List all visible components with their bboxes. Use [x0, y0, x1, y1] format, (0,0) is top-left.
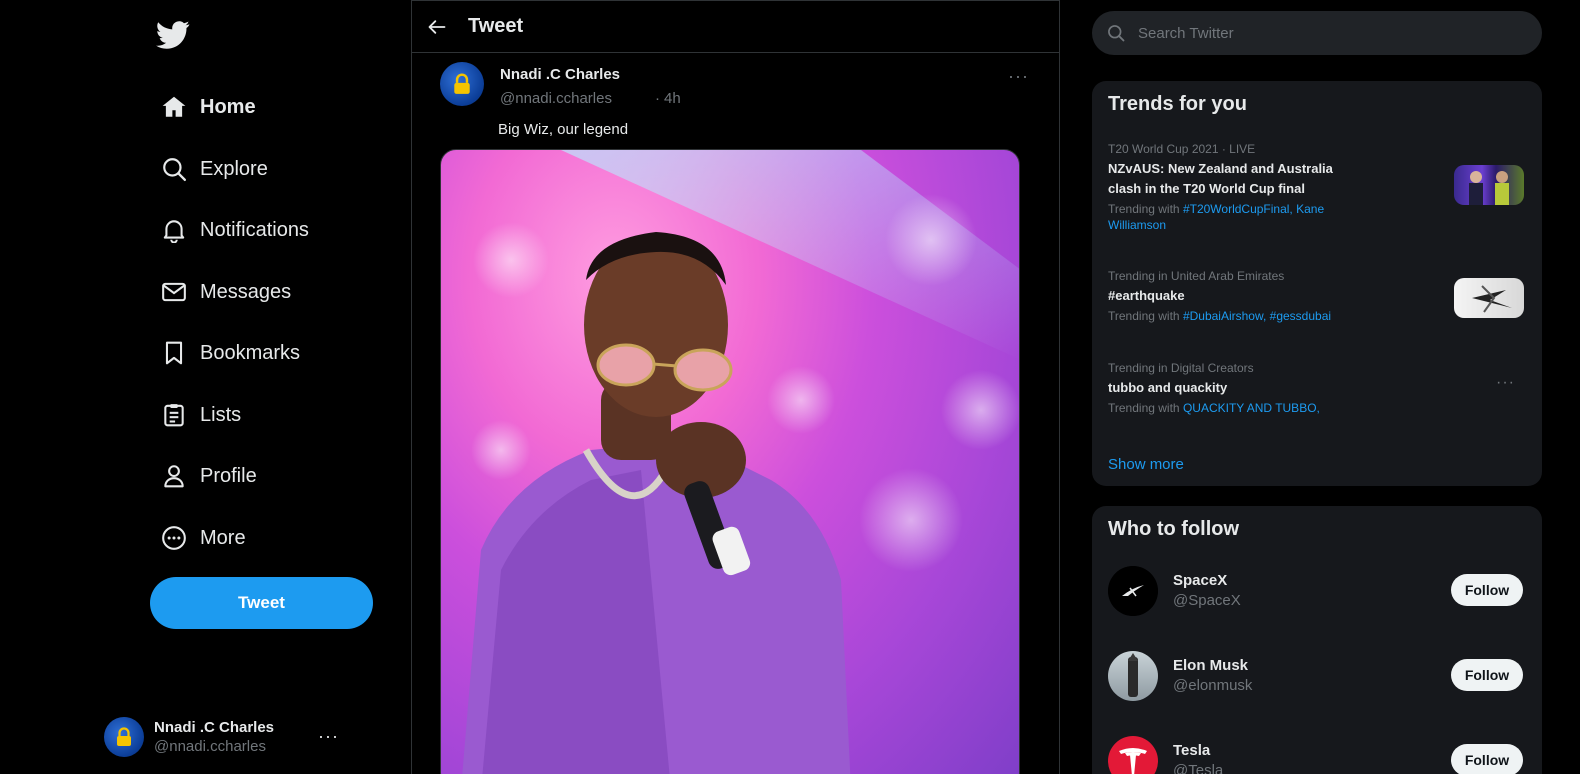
nav-item-messages[interactable]: Messages [160, 272, 291, 312]
follow-suggestion[interactable]: SpaceX @SpaceX Follow [1108, 566, 1528, 618]
trend-meta: T20 World Cup 2021 · LIVE [1108, 142, 1256, 156]
trend-thumbnail[interactable] [1454, 165, 1524, 205]
twitter-logo-icon[interactable] [156, 20, 190, 50]
nav-label-messages: Messages [200, 280, 292, 303]
right-sidebar: Trends for you T20 World Cup 2021 · LIVE… [1060, 0, 1580, 774]
nav-label-explore: Explore [200, 157, 268, 180]
main-header: Tweet [412, 0, 1060, 53]
nav-item-more[interactable]: More [160, 518, 246, 558]
left-sidebar: Home Explore Notifications Messages Book… [0, 0, 412, 774]
trend-item[interactable]: Trending in Digital Creators tubbo and q… [1108, 360, 1528, 416]
trend-title: tubbo and quackity [1108, 380, 1228, 395]
follow-button[interactable]: Follow [1451, 659, 1523, 691]
nav-label-more: More [200, 526, 246, 549]
trend-with-prefix: Trending with [1108, 401, 1183, 415]
follow-button[interactable]: Follow [1451, 744, 1523, 774]
trend-with-prefix: Trending with [1108, 309, 1183, 323]
main-column: Tweet Nnadi .C Charles @nnadi.ccharles ·… [412, 0, 1060, 774]
tweet-more-icon[interactable]: ··· [1008, 66, 1029, 87]
bookmark-icon [160, 339, 188, 367]
who-to-follow-panel: Who to follow SpaceX @SpaceX Follow Elon… [1092, 506, 1542, 774]
page-title: Tweet [468, 15, 524, 37]
tweet-author: Nnadi .C Charles @nnadi.ccharles · 4h ··… [440, 62, 1034, 112]
nav-item-bookmarks[interactable]: Bookmarks [160, 333, 300, 373]
follow-name: SpaceX [1173, 572, 1228, 589]
follow-name: Tesla [1173, 742, 1211, 759]
author-name[interactable]: Nnadi .C Charles [500, 66, 620, 83]
who-to-follow-title: Who to follow [1108, 518, 1240, 540]
follow-suggestion[interactable]: Elon Musk @elonmusk Follow [1108, 651, 1528, 703]
more-circle-icon [160, 524, 188, 552]
nav-label-notifications: Notifications [200, 218, 309, 241]
nav-item-home[interactable]: Home [160, 87, 256, 127]
trends-panel: Trends for you T20 World Cup 2021 · LIVE… [1092, 81, 1542, 486]
person-icon [160, 462, 188, 490]
nav-label-lists: Lists [200, 403, 242, 426]
account-switcher[interactable]: Nnadi .C Charles @nnadi.ccharles ··· [104, 712, 354, 762]
tweet-time[interactable]: 4h [664, 90, 681, 107]
nav-item-explore[interactable]: Explore [160, 149, 268, 189]
trend-item[interactable]: Trending in United Arab Emirates #earthq… [1108, 268, 1528, 324]
avatar [1108, 736, 1158, 774]
trend-thumbnail[interactable] [1454, 278, 1524, 318]
account-handle: @nnadi.ccharles [154, 738, 266, 755]
nav-item-lists[interactable]: Lists [160, 395, 241, 435]
nav-label-profile: Profile [200, 464, 257, 487]
trend-title: NZvAUS: New Zealand and Australia clash … [1108, 161, 1333, 196]
author-handle[interactable]: @nnadi.ccharles [500, 90, 612, 107]
avatar [104, 717, 144, 757]
tweet-text: Big Wiz, our legend [498, 121, 629, 138]
trend-meta: Trending in Digital Creators [1108, 361, 1254, 375]
search-icon [1106, 23, 1126, 43]
account-text: Nnadi .C Charles @nnadi.ccharles [154, 718, 274, 756]
tweet-button[interactable]: Tweet [150, 577, 373, 629]
trend-with-links[interactable]: #DubaiAirshow, #gessdubai [1183, 309, 1331, 323]
trend-with-links[interactable]: QUACKITY AND TUBBO, [1183, 401, 1320, 415]
home-icon [160, 93, 188, 121]
nav-item-notifications[interactable]: Notifications [160, 210, 309, 250]
follow-suggestion[interactable]: Tesla @Tesla Follow [1108, 736, 1528, 774]
nav-item-profile[interactable]: Profile [160, 456, 257, 496]
trend-more-icon[interactable]: ··· [1496, 374, 1515, 392]
trend-with: Trending with QUACKITY AND TUBBO, [1108, 400, 1528, 416]
search-input[interactable] [1138, 24, 1518, 42]
search-icon [160, 155, 188, 183]
trends-title: Trends for you [1108, 93, 1247, 115]
time-separator: · [655, 90, 660, 107]
author-avatar[interactable] [440, 62, 484, 106]
follow-button[interactable]: Follow [1451, 574, 1523, 606]
trend-with-prefix: Trending with [1108, 202, 1183, 216]
follow-name: Elon Musk [1173, 657, 1249, 674]
follow-handle: @elonmusk [1173, 677, 1253, 694]
trend-with: Trending with #T20WorldCupFinal, Kane Wi… [1108, 201, 1348, 233]
lock-icon [454, 73, 470, 94]
envelope-icon [160, 278, 188, 306]
lock-icon [117, 727, 131, 746]
trend-item[interactable]: T20 World Cup 2021 · LIVE NZvAUS: New Ze… [1108, 141, 1528, 233]
account-name: Nnadi .C Charles [154, 719, 275, 736]
avatar [1108, 651, 1158, 701]
search-box[interactable] [1092, 11, 1542, 55]
nav-label-home: Home [200, 95, 256, 118]
list-icon [160, 401, 188, 429]
show-more-link[interactable]: Show more [1108, 456, 1184, 473]
back-arrow-icon[interactable] [420, 10, 454, 44]
follow-handle: @Tesla [1173, 762, 1224, 774]
avatar [1108, 566, 1158, 616]
account-more-icon[interactable]: ··· [318, 726, 339, 747]
bell-icon [160, 216, 188, 244]
nav-label-bookmarks: Bookmarks [200, 341, 301, 364]
follow-handle: @SpaceX [1173, 592, 1241, 609]
tweet-photo[interactable] [440, 149, 1020, 774]
